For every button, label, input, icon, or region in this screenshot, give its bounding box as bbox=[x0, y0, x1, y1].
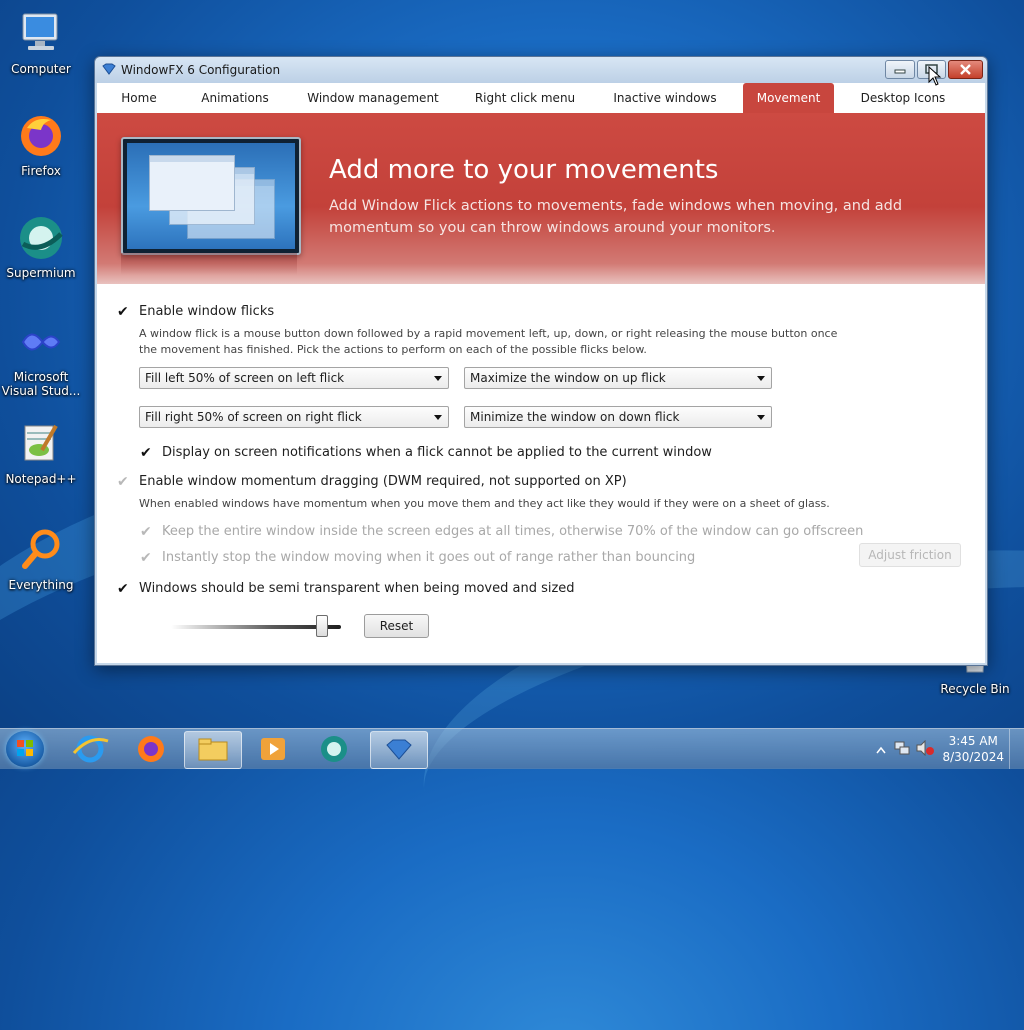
computer-icon bbox=[17, 10, 65, 58]
monitor-illustration bbox=[121, 137, 301, 255]
chevron-down-icon bbox=[757, 376, 765, 381]
right-flick-dropdown[interactable]: Fill right 50% of screen on right flick bbox=[139, 406, 449, 428]
down-flick-value: Minimize the window on down flick bbox=[470, 410, 680, 424]
window-titlebar[interactable]: WindowFX 6 Configuration bbox=[95, 57, 987, 83]
chevron-down-icon bbox=[434, 376, 442, 381]
checkmark-icon: ✔ bbox=[140, 524, 152, 540]
minimize-button[interactable] bbox=[885, 60, 915, 79]
internet-explorer-icon bbox=[72, 735, 109, 763]
chevron-down-icon bbox=[757, 415, 765, 420]
desktop-icon-visual-studio[interactable]: Microsoft Visual Stud... bbox=[0, 318, 82, 398]
folder-icon bbox=[198, 738, 228, 761]
desktop-icon-label: Microsoft Visual Stud... bbox=[1, 370, 81, 398]
show-desktop-button[interactable] bbox=[1009, 729, 1024, 769]
checkbox-label: Keep the entire window inside the screen… bbox=[162, 524, 864, 539]
tab-bar: Home Animations Window management Right … bbox=[97, 83, 985, 113]
media-player-icon bbox=[261, 738, 285, 760]
adjust-friction-button[interactable]: Adjust friction bbox=[859, 543, 961, 567]
checkmark-icon: ✔ bbox=[140, 445, 152, 461]
transparency-slider-thumb[interactable] bbox=[315, 615, 328, 637]
close-button[interactable] bbox=[948, 60, 983, 79]
monitor-reflection bbox=[121, 253, 297, 275]
system-tray: 3:45 AM 8/30/2024 bbox=[864, 729, 1024, 769]
tab-right-click-menu[interactable]: Right click menu bbox=[469, 83, 581, 113]
mouse-cursor bbox=[928, 65, 942, 89]
up-flick-value: Maximize the window on up flick bbox=[470, 371, 666, 385]
checkbox-label: Enable window momentum dragging (DWM req… bbox=[139, 474, 627, 489]
desktop-icon-supermium[interactable]: Supermium bbox=[0, 214, 82, 280]
network-icon[interactable] bbox=[894, 740, 910, 759]
desktop-icon-label: Recycle Bin bbox=[940, 682, 1010, 696]
movement-settings: ✔ Enable window flicks A window flick is… bbox=[97, 284, 985, 663]
windowfx-app-icon bbox=[386, 739, 412, 760]
firefox-icon bbox=[17, 112, 65, 160]
checkbox-label: Enable window flicks bbox=[139, 304, 275, 319]
taskbar: 3:45 AM 8/30/2024 bbox=[0, 728, 1024, 769]
momentum-description: When enabled windows have momentum when … bbox=[139, 497, 830, 510]
everything-search-icon bbox=[17, 526, 65, 574]
checkmark-icon: ✔ bbox=[117, 581, 129, 597]
clock-time: 3:45 AM bbox=[948, 734, 998, 748]
desktop-icon-notepad-plus-plus[interactable]: Notepad++ bbox=[0, 420, 82, 486]
desktop-icon-label: Everything bbox=[8, 578, 74, 592]
tab-inactive-windows[interactable]: Inactive windows bbox=[607, 83, 723, 113]
banner-description: Add Window Flick actions to movements, f… bbox=[329, 198, 903, 236]
taskbar-explorer[interactable] bbox=[184, 731, 242, 769]
taskbar-windowfx[interactable] bbox=[370, 731, 428, 769]
firefox-icon bbox=[138, 736, 164, 762]
checkbox-label: Display on screen notifications when a f… bbox=[162, 445, 712, 460]
checkbox-label: Windows should be semi transparent when … bbox=[139, 581, 575, 596]
flicks-description: A window flick is a mouse button down fo… bbox=[139, 327, 838, 356]
supermium-icon bbox=[17, 214, 65, 262]
down-flick-dropdown[interactable]: Minimize the window on down flick bbox=[464, 406, 772, 428]
up-flick-dropdown[interactable]: Maximize the window on up flick bbox=[464, 367, 772, 389]
checkmark-icon: ✔ bbox=[117, 304, 129, 320]
start-button[interactable] bbox=[6, 731, 44, 767]
desktop-icon-label: Supermium bbox=[6, 266, 76, 280]
visual-studio-icon bbox=[17, 318, 65, 366]
left-flick-dropdown[interactable]: Fill left 50% of screen on left flick bbox=[139, 367, 449, 389]
desktop-icon-label: Computer bbox=[11, 62, 71, 76]
desktop-icon-label: Notepad++ bbox=[5, 472, 77, 486]
tab-animations[interactable]: Animations bbox=[193, 83, 277, 113]
left-flick-value: Fill left 50% of screen on left flick bbox=[145, 371, 345, 385]
window-title: WindowFX 6 Configuration bbox=[121, 63, 281, 77]
taskbar-supermium[interactable] bbox=[306, 731, 362, 767]
tab-home[interactable]: Home bbox=[111, 83, 167, 113]
taskbar-media-player[interactable] bbox=[245, 731, 301, 767]
desktop-icon-label: Firefox bbox=[21, 164, 61, 178]
window-client-area: Home Animations Window management Right … bbox=[97, 83, 985, 663]
notepad-plus-plus-icon bbox=[17, 420, 65, 468]
volume-muted-icon[interactable] bbox=[916, 739, 934, 759]
right-flick-value: Fill right 50% of screen on right flick bbox=[145, 410, 362, 424]
desktop-icon-firefox[interactable]: Firefox bbox=[0, 112, 82, 178]
checkmark-icon: ✔ bbox=[117, 474, 129, 490]
desktop-icon-computer[interactable]: Computer bbox=[0, 10, 82, 76]
banner-title: Add more to your movements bbox=[329, 155, 719, 185]
checkmark-icon: ✔ bbox=[140, 550, 152, 566]
checkbox-label: Instantly stop the window moving when it… bbox=[162, 550, 696, 565]
taskbar-firefox[interactable] bbox=[123, 731, 179, 767]
desktop-icon-everything[interactable]: Everything bbox=[0, 526, 82, 592]
supermium-icon bbox=[321, 736, 347, 762]
tab-window-management[interactable]: Window management bbox=[303, 83, 443, 113]
chevron-down-icon bbox=[434, 415, 442, 420]
windowfx-app-icon bbox=[102, 63, 116, 75]
taskbar-clock[interactable]: 3:45 AM 8/30/2024 bbox=[942, 733, 1004, 765]
taskbar-internet-explorer[interactable] bbox=[62, 731, 118, 767]
reset-button[interactable]: Reset bbox=[364, 614, 429, 638]
windowfx-config-window: WindowFX 6 Configuration Home Animations… bbox=[94, 56, 988, 666]
clock-date: 8/30/2024 bbox=[942, 750, 1004, 764]
movement-banner: Add more to your movements Add Window Fl… bbox=[97, 113, 985, 284]
show-hidden-icons-icon[interactable] bbox=[876, 743, 886, 757]
windows-logo-icon bbox=[17, 740, 33, 756]
tab-movement[interactable]: Movement bbox=[743, 83, 834, 113]
